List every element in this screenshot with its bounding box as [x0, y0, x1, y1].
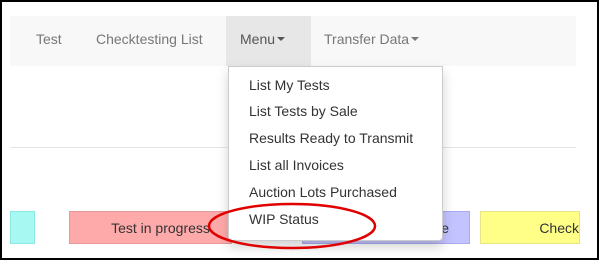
menu-dropdown: List My Tests List Tests by Sale Results… [228, 66, 443, 241]
status-legend-test-in-progress: Test in progress [69, 211, 232, 244]
status-legend-cyan [10, 211, 35, 244]
menu-item-results-ready-to-transmit[interactable]: Results Ready to Transmit [249, 128, 413, 148]
caret-down-icon [411, 37, 420, 42]
nav-item-menu[interactable]: Menu [226, 16, 311, 66]
nav-item-transfer-label: Transfer Data [324, 31, 410, 47]
status-legend-check: Check [480, 211, 580, 244]
menu-item-list-all-invoices[interactable]: List all Invoices [249, 155, 344, 175]
caret-down-icon [277, 37, 286, 42]
menu-item-auction-lots-purchased[interactable]: Auction Lots Purchased [249, 182, 397, 202]
screenshot-frame: Test Checktesting List Menu Transfer Dat… [0, 0, 599, 260]
menu-item-list-my-tests[interactable]: List My Tests [249, 75, 330, 95]
top-navbar: Test Checktesting List Menu Transfer Dat… [10, 16, 576, 66]
nav-item-menu-label: Menu [240, 31, 276, 47]
nav-item-transfer-data[interactable]: Transfer Data [324, 16, 420, 66]
menu-item-wip-status[interactable]: WIP Status [249, 209, 319, 229]
nav-item-test[interactable]: Test [36, 16, 62, 66]
nav-item-checktesting-list[interactable]: Checktesting List [96, 16, 203, 66]
menu-item-list-tests-by-sale[interactable]: List Tests by Sale [249, 101, 358, 121]
